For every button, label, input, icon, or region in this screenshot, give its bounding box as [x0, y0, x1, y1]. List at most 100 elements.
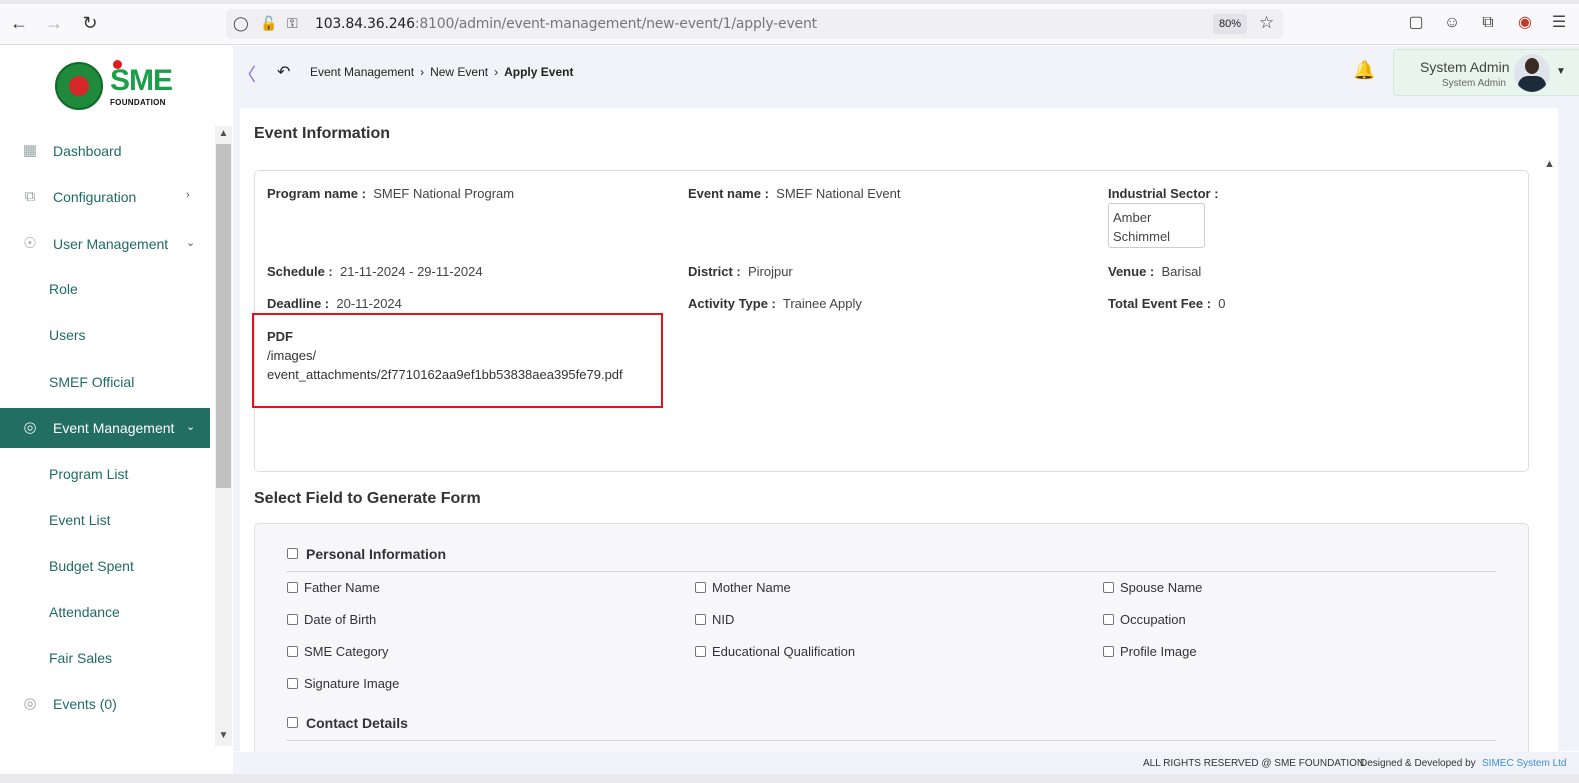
bookmark-star-icon[interactable]: ☆: [1259, 13, 1274, 33]
menu-hamburger-icon[interactable]: ☰: [1548, 12, 1570, 34]
chevron-down-icon: ⌄: [186, 421, 196, 433]
sidebar: SME FOUNDATION ▦ Dashboard ⧉ Configurati…: [0, 46, 233, 746]
sidebar-item-program-list[interactable]: Program List: [0, 454, 210, 494]
insecure-lock-icon[interactable]: 🔓: [260, 15, 277, 32]
schedule-field: Schedule : 21-11-2024 - 29-11-2024: [267, 264, 483, 279]
undo-back-icon[interactable]: ↶: [277, 62, 290, 82]
activity-type-field: Activity Type : Trainee Apply: [688, 296, 862, 311]
window-bottom-edge: [0, 774, 1579, 783]
father-name-checkbox[interactable]: [287, 582, 298, 593]
sidebar-item-role[interactable]: Role: [0, 269, 210, 309]
address-bar[interactable]: ◯ 🔓 ⚿ 103.84.36.246:8100/admin/event-man…: [226, 9, 1283, 39]
profile-image-label: Profile Image: [1120, 644, 1197, 659]
government-emblem-icon: [55, 62, 103, 110]
scroll-down-arrow-icon[interactable]: ▼: [215, 728, 232, 744]
sidebar-item-smef-official[interactable]: SMEF Official: [0, 362, 210, 402]
sidebar-item-events[interactable]: ◎ Events (0): [0, 684, 210, 724]
content-scrollbar[interactable]: ▲: [1541, 152, 1558, 352]
account-icon[interactable]: ☺: [1441, 12, 1463, 34]
chevron-down-icon: ▼: [1556, 66, 1566, 77]
scroll-up-arrow-icon[interactable]: ▲: [1541, 158, 1558, 170]
industrial-sector-label: Industrial Sector :: [1108, 186, 1219, 201]
sector-item[interactable]: Amber: [1113, 208, 1200, 227]
industrial-sector-list[interactable]: Amber Schimmel: [1108, 203, 1205, 248]
sidebar-item-label: Event List: [49, 512, 111, 528]
select-field-title: Select Field to Generate Form: [254, 490, 481, 507]
user-profile-menu[interactable]: System Admin System Admin ▼: [1393, 49, 1579, 96]
contact-details-checkbox[interactable]: [287, 717, 298, 728]
zoom-level-badge[interactable]: 80%: [1213, 14, 1247, 34]
forward-arrow-icon[interactable]: →: [44, 13, 64, 33]
footer-company-link[interactable]: SIMEC System Ltd: [1482, 758, 1566, 769]
sidebar-item-label: SMEF Official: [49, 374, 135, 390]
sector-item[interactable]: Schimmel: [1113, 227, 1200, 246]
sme-category-checkbox[interactable]: [287, 646, 298, 657]
sme-foundation-logo[interactable]: SME FOUNDATION: [55, 60, 180, 112]
venue-field: Venue : Barisal: [1108, 264, 1201, 279]
extension-badge-icon[interactable]: ◉: [1514, 12, 1536, 34]
sidebar-item-label: Budget Spent: [49, 558, 134, 574]
date-of-birth-label: Date of Birth: [304, 612, 377, 627]
sidebar-item-budget-spent[interactable]: Budget Spent: [0, 546, 210, 586]
collapse-sidebar-icon[interactable]: 〈: [238, 61, 256, 87]
notification-bell-icon[interactable]: 🔔: [1353, 60, 1375, 81]
sidebar-item-event-management[interactable]: ◎ Event Management ⌄: [0, 408, 210, 448]
total-event-fee-value: 0: [1218, 296, 1226, 311]
schedule-value: 21-11-2024 - 29-11-2024: [339, 264, 483, 279]
profile-image-checkbox[interactable]: [1103, 646, 1114, 657]
extensions-icon[interactable]: ⧉: [1477, 12, 1499, 34]
chevron-right-icon: ›: [186, 189, 190, 201]
sidebar-item-label: Event Management: [53, 420, 175, 436]
top-header: 〈 ↶ Event Management › New Event › Apply Eve…: [233, 46, 1579, 101]
sidebar-item-label: User Management: [53, 236, 169, 252]
scroll-up-arrow-icon[interactable]: ▲: [215, 126, 232, 142]
date-of-birth-checkbox[interactable]: [287, 614, 298, 625]
breadcrumb: Event Management › New Event › Apply Event: [310, 65, 573, 79]
nid-checkbox[interactable]: [695, 614, 706, 625]
footer: ALL RIGHTS RESERVED @ SME FOUNDATION Des…: [233, 752, 1579, 774]
educational-qualification-checkbox[interactable]: [695, 646, 706, 657]
industrial-sector-field: Industrial Sector :: [1108, 186, 1219, 201]
grid-icon: ▦: [22, 142, 38, 159]
sidebar-item-users[interactable]: Users: [0, 315, 210, 355]
activity-type-value: Trainee Apply: [782, 296, 862, 311]
reload-icon[interactable]: ↻: [80, 13, 100, 33]
scrollbar-thumb[interactable]: [216, 144, 231, 488]
mother-name-checkbox[interactable]: [695, 582, 706, 593]
key-icon[interactable]: ⚿: [287, 15, 298, 32]
url-text[interactable]: 103.84.36.246:8100/admin/event-managemen…: [315, 16, 817, 32]
sidebar-item-label: Attendance: [49, 604, 120, 620]
sidebar-item-label: Events (0): [53, 696, 117, 712]
sidebar-item-label: Fair Sales: [49, 650, 113, 666]
shield-icon[interactable]: ◯: [233, 15, 249, 32]
sidebar-item-user-management[interactable]: ☉ User Management ⌄: [0, 224, 210, 264]
breadcrumb-new-event[interactable]: New Event: [430, 65, 488, 79]
deadline-label: Deadline :: [267, 296, 330, 311]
sidebar-item-label: Role: [49, 281, 78, 297]
sidebar-item-event-list[interactable]: Event List: [0, 500, 210, 540]
total-event-fee-label: Total Event Fee :: [1108, 296, 1212, 311]
personal-information-checkbox[interactable]: [287, 548, 298, 559]
browser-toolbar: ← → ↻ ◯ 🔓 ⚿ 103.84.36.246:8100/admin/eve…: [0, 0, 1579, 45]
breadcrumb-separator-icon: ›: [420, 65, 425, 79]
back-arrow-icon[interactable]: ←: [9, 13, 29, 33]
sidebar-item-label: Users: [49, 327, 86, 343]
sidebar-item-fair-sales[interactable]: Fair Sales: [0, 638, 210, 678]
sidebar-item-dashboard[interactable]: ▦ Dashboard: [0, 131, 210, 171]
program-name-label: Program name :: [267, 186, 366, 201]
signature-image-checkbox[interactable]: [287, 678, 298, 689]
divider: [286, 740, 1496, 741]
sidebar-scrollbar[interactable]: ▲ ▼: [215, 126, 232, 746]
events-icon: ◎: [23, 695, 37, 712]
event-name-field: Event name : SMEF National Event: [688, 186, 900, 201]
sidebar-item-attendance[interactable]: Attendance: [0, 592, 210, 632]
sidebar-item-configuration[interactable]: ⧉ Configuration ›: [0, 177, 210, 217]
total-event-fee-field: Total Event Fee : 0: [1108, 296, 1226, 311]
breadcrumb-event-management[interactable]: Event Management: [310, 65, 414, 79]
mother-name-label: Mother Name: [712, 580, 791, 595]
deadline-field: Deadline : 20-11-2024: [267, 296, 402, 311]
venue-value: Barisal: [1161, 264, 1202, 279]
pocket-icon[interactable]: ▢: [1405, 12, 1427, 34]
spouse-name-checkbox[interactable]: [1103, 582, 1114, 593]
occupation-checkbox[interactable]: [1103, 614, 1114, 625]
